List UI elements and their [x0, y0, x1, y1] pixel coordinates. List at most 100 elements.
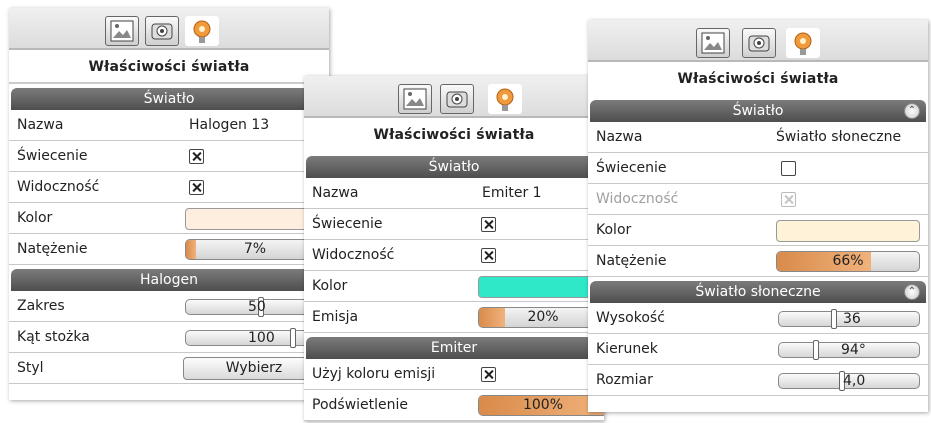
visibility-checkbox[interactable] — [481, 248, 496, 263]
panel-title: Właściwości światła — [9, 50, 329, 84]
row-emission: Emisja 20% — [304, 302, 604, 333]
altitude-slider-knob[interactable] — [831, 309, 837, 329]
light-bulb-icon — [794, 32, 812, 55]
range-value: 50 — [248, 299, 266, 315]
section-header-emitter[interactable]: Emiter — [306, 337, 602, 359]
section-title: Halogen — [140, 272, 198, 288]
camera-icon — [748, 35, 770, 52]
row-size: Rozmiar 4,0 — [588, 365, 928, 396]
row-color: Kolor — [588, 215, 928, 246]
glow-checkbox[interactable] — [781, 161, 796, 176]
panel-tab-bar — [304, 76, 604, 118]
altitude-value: 36 — [843, 311, 861, 327]
section-title: Światło słoneczne — [695, 284, 821, 300]
backlight-bar[interactable]: 100% — [478, 395, 604, 416]
section-title: Światło — [732, 103, 784, 119]
section-header-light[interactable]: Światło ⌃ — [590, 100, 926, 122]
color-swatch[interactable] — [776, 220, 920, 242]
style-label: Styl — [17, 360, 44, 376]
light-bulb-icon — [193, 20, 211, 43]
camera-icon — [446, 91, 468, 108]
panel-tab-bar — [9, 8, 329, 50]
row-visibility: Widoczność — [9, 172, 329, 203]
collapse-icon[interactable]: ⌃ — [904, 103, 920, 119]
tab-camera[interactable] — [440, 84, 474, 114]
cone-angle-label: Kąt stożka — [17, 329, 90, 345]
tab-scene[interactable] — [696, 28, 730, 58]
color-label: Kolor — [312, 278, 348, 294]
glow-label: Świecenie — [312, 216, 383, 232]
panel-tab-bar — [588, 20, 928, 62]
row-style: Styl Wybierz — [9, 353, 329, 384]
landscape-icon — [701, 32, 725, 54]
glow-label: Świecenie — [596, 160, 667, 176]
tab-light[interactable] — [185, 16, 219, 46]
cone-angle-slider-knob[interactable] — [290, 328, 296, 348]
direction-label: Kierunek — [596, 341, 658, 357]
panel-title: Właściwości światła — [373, 127, 535, 143]
color-label: Kolor — [596, 222, 632, 238]
row-cone-angle: Kąt stożka 100 — [9, 322, 329, 353]
glow-label: Świecenie — [17, 148, 88, 164]
direction-slider-knob[interactable] — [813, 340, 819, 360]
visibility-label: Widoczność — [17, 179, 100, 195]
intensity-value: 66% — [832, 253, 864, 269]
name-label: Nazwa — [312, 185, 359, 201]
tab-scene[interactable] — [398, 84, 432, 114]
row-glow: Świecenie — [9, 141, 329, 172]
row-direction: Kierunek 94° — [588, 334, 928, 365]
row-backlight: Podświetlenie 100% — [304, 390, 604, 421]
landscape-icon — [403, 88, 427, 110]
use-emission-color-checkbox[interactable] — [481, 367, 496, 382]
visibility-label: Widoczność — [312, 247, 395, 263]
name-value[interactable]: Emiter 1 — [482, 178, 542, 209]
section-header-light[interactable]: Światło⌃ — [11, 88, 327, 110]
visibility-label: Widoczność — [596, 191, 679, 207]
size-slider[interactable]: 4,0 — [778, 371, 920, 391]
color-swatch[interactable] — [478, 276, 604, 298]
tab-camera[interactable] — [145, 16, 179, 46]
emission-label: Emisja — [312, 309, 359, 325]
row-visibility: Widoczność — [588, 184, 928, 215]
light-properties-panel-halogen: Właściwości światła Światło⌃ Nazwa Haloge… — [9, 8, 329, 400]
name-value[interactable]: Światło słoneczne — [776, 122, 901, 153]
row-name: Nazwa Halogen 13 — [9, 110, 329, 141]
tab-scene[interactable] — [105, 16, 139, 46]
collapse-icon[interactable]: ⌃ — [904, 284, 920, 300]
direction-value: 94° — [841, 342, 866, 358]
intensity-label: Natężenie — [596, 253, 667, 269]
altitude-slider[interactable]: 36 — [778, 309, 920, 329]
tab-light[interactable] — [488, 84, 522, 114]
intensity-bar[interactable]: 66% — [776, 251, 920, 272]
emission-bar[interactable]: 20% — [478, 307, 604, 328]
size-value: 4,0 — [843, 373, 866, 389]
tab-light[interactable] — [786, 28, 820, 58]
section-header-sunlight[interactable]: Światło słoneczne ⌃ — [590, 281, 926, 303]
glow-checkbox[interactable] — [189, 149, 204, 164]
name-value[interactable]: Halogen 13 — [189, 110, 269, 141]
altitude-label: Wysokość — [596, 310, 665, 326]
row-intensity: Natężenie 66% — [588, 246, 928, 277]
camera-icon — [151, 23, 173, 40]
light-properties-panel-emitter: Właściwości światła Światło Nazwa Emiter … — [304, 76, 604, 421]
visibility-checkbox[interactable] — [189, 180, 204, 195]
section-header-halogen[interactable]: Halogen⌃ — [11, 269, 327, 291]
row-name: Nazwa Światło słoneczne — [588, 122, 928, 153]
tab-camera[interactable] — [742, 28, 776, 58]
backlight-label: Podświetlenie — [312, 397, 409, 413]
row-altitude: Wysokość 36 — [588, 303, 928, 334]
row-color: Kolor — [9, 203, 329, 234]
name-label: Nazwa — [17, 117, 64, 133]
intensity-label: Natężenie — [17, 241, 88, 257]
emission-value: 20% — [527, 309, 559, 325]
direction-slider[interactable]: 94° — [778, 340, 920, 360]
row-intensity: Natężenie 7% — [9, 234, 329, 265]
row-name: Nazwa Emiter 1 — [304, 178, 604, 209]
glow-checkbox[interactable] — [481, 217, 496, 232]
backlight-value: 100% — [522, 397, 564, 413]
row-glow: Świecenie — [588, 153, 928, 184]
section-header-light[interactable]: Światło — [306, 156, 602, 178]
visibility-checkbox — [781, 192, 796, 207]
light-properties-panel-sun: Właściwości światła Światło ⌃ Nazwa Światł… — [588, 20, 928, 412]
row-color: Kolor — [304, 271, 604, 302]
